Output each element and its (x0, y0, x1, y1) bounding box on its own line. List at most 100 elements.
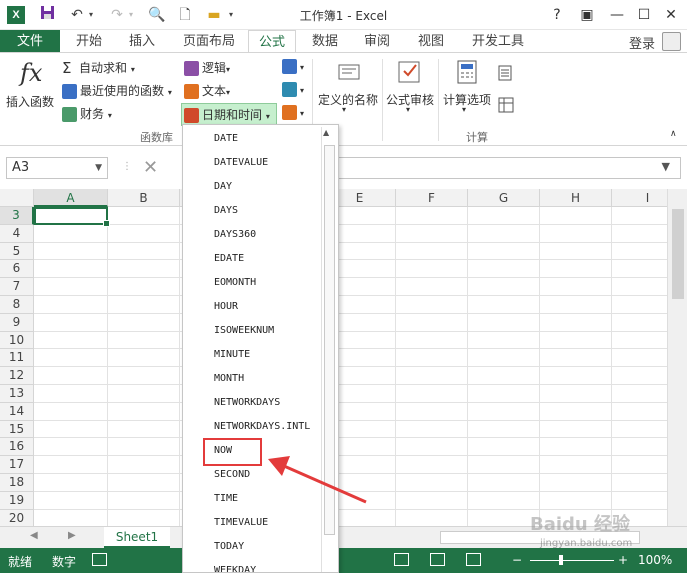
row-header-7[interactable]: 7 (0, 278, 34, 296)
prev-sheet-icon[interactable]: ◀ (30, 530, 38, 541)
help-button[interactable]: ? (546, 4, 568, 26)
calculation-options-button[interactable]: 计算选项 (443, 91, 491, 108)
row-header-20[interactable]: 20 (0, 509, 34, 526)
menu-item-second[interactable]: SECOND (214, 469, 250, 480)
row-header-19[interactable]: 19 (0, 491, 34, 510)
select-all-corner[interactable] (0, 189, 34, 207)
sheet-tab-sheet1[interactable]: Sheet1 (104, 527, 170, 548)
menu-item-day[interactable]: DAY (214, 181, 232, 192)
tab-page-layout[interactable]: 页面布局 (177, 30, 241, 53)
chevron-down-icon: ▾ (300, 63, 305, 72)
menu-item-timevalue[interactable]: TIMEVALUE (214, 517, 268, 528)
login-link[interactable]: 登录 (629, 33, 655, 52)
tab-insert[interactable]: 插入 (121, 30, 163, 53)
row-header-4[interactable]: 4 (0, 224, 34, 243)
tab-home[interactable]: 开始 (68, 30, 110, 53)
logical-button[interactable]: 逻辑▾ (184, 59, 230, 76)
tab-view[interactable]: 视图 (410, 30, 452, 53)
tab-formulas[interactable]: 公式 (248, 30, 296, 53)
active-cell[interactable] (34, 207, 110, 227)
calculate-sheet-icon[interactable] (498, 97, 514, 116)
scroll-thumb[interactable] (672, 209, 684, 299)
column-header-h[interactable]: H (540, 189, 612, 207)
close-button[interactable]: ✕ (660, 4, 682, 26)
row-header-3[interactable]: 3 (0, 207, 34, 225)
column-header-i[interactable]: I (612, 189, 667, 207)
expand-formula-bar-icon[interactable]: ▼ (662, 160, 670, 173)
zoom-thumb[interactable] (559, 555, 563, 565)
date-time-button[interactable]: 日期和时间 ▾ (184, 106, 270, 123)
minimize-button[interactable]: — (606, 4, 628, 26)
tab-review[interactable]: 审阅 (356, 30, 398, 53)
column-header-f[interactable]: F (396, 189, 468, 207)
row-header-12[interactable]: 12 (0, 367, 34, 385)
insert-function-icon[interactable]: fx (20, 59, 42, 87)
vertical-scrollbar[interactable] (667, 189, 687, 526)
status-ready: 就绪 (8, 555, 33, 569)
page-break-view-icon[interactable] (466, 553, 481, 566)
column-header-a[interactable]: A (34, 189, 108, 207)
recent-functions-button[interactable]: 最近使用的函数 ▾ (62, 82, 172, 99)
text-button[interactable]: 文本▾ (184, 82, 230, 99)
lookup-icon (282, 59, 297, 74)
tab-file[interactable]: 文件 (0, 30, 60, 53)
menu-item-days[interactable]: DAYS (214, 205, 238, 216)
menu-item-hour[interactable]: HOUR (214, 301, 238, 312)
defined-names-button[interactable]: 定义的名称 (318, 91, 378, 108)
lookup-button[interactable]: ▾ (282, 59, 304, 74)
column-header-g[interactable]: G (468, 189, 540, 207)
menu-item-date[interactable]: DATE (214, 133, 238, 144)
row-header-11[interactable]: 11 (0, 349, 34, 368)
column-header-b[interactable]: B (108, 189, 180, 207)
row-header-13[interactable]: 13 (0, 385, 34, 403)
menu-item-month[interactable]: MONTH (214, 373, 244, 384)
collapse-ribbon-icon[interactable]: ∧ (670, 129, 677, 139)
tab-developer[interactable]: 开发工具 (466, 30, 530, 53)
row-header-18[interactable]: 18 (0, 474, 34, 492)
menu-item-weekday[interactable]: WEEKDAY (214, 565, 256, 572)
row-header-9[interactable]: 9 (0, 313, 34, 332)
menu-item-time[interactable]: TIME (214, 493, 238, 504)
tab-data[interactable]: 数据 (304, 30, 346, 53)
insert-function-button[interactable]: 插入函数 (6, 93, 54, 110)
zoom-out-icon[interactable]: − (512, 553, 522, 567)
more-functions-button[interactable]: ▾ (282, 105, 304, 120)
row-header-6[interactable]: 6 (0, 260, 34, 279)
row-header-14[interactable]: 14 (0, 402, 34, 421)
menu-item-edate[interactable]: EDATE (214, 253, 244, 264)
row-header-8[interactable]: 8 (0, 296, 34, 314)
menu-item-days360[interactable]: DAYS360 (214, 229, 256, 240)
scroll-up-icon[interactable]: ▲ (323, 128, 329, 137)
maximize-button[interactable]: ☐ (633, 4, 655, 26)
formula-input[interactable]: ▼ (338, 157, 681, 179)
menu-item-networkdays-intl[interactable]: NETWORKDAYS.INTL (214, 421, 310, 432)
math-trig-button[interactable]: ▾ (282, 82, 304, 97)
name-box[interactable]: A3 ▼ (6, 157, 108, 179)
normal-view-icon[interactable] (394, 553, 409, 566)
text-icon (184, 84, 199, 99)
zoom-slider[interactable] (530, 560, 614, 561)
menu-item-today[interactable]: TODAY (214, 541, 244, 552)
row-header-5[interactable]: 5 (0, 242, 34, 261)
row-header-15[interactable]: 15 (0, 420, 34, 439)
zoom-level[interactable]: 100% (638, 553, 672, 567)
menu-item-datevalue[interactable]: DATEVALUE (214, 157, 268, 168)
ribbon-display-options-icon[interactable]: ▣ (576, 4, 598, 26)
calculate-now-icon[interactable] (498, 65, 512, 84)
row-header-10[interactable]: 10 (0, 331, 34, 350)
next-sheet-icon[interactable]: ▶ (68, 530, 76, 541)
page-layout-view-icon[interactable] (430, 553, 445, 566)
row-header-16[interactable]: 16 (0, 438, 34, 457)
cancel-icon[interactable]: ✕ (143, 158, 158, 178)
avatar[interactable] (662, 32, 681, 51)
menu-item-isoweeknum[interactable]: ISOWEEKNUM (214, 325, 274, 336)
menu-item-networkdays[interactable]: NETWORKDAYS (214, 397, 280, 408)
zoom-in-icon[interactable]: + (618, 553, 628, 567)
financial-button[interactable]: 财务 ▾ (62, 105, 112, 122)
drag-handle-icon[interactable]: ⋮ (122, 161, 132, 172)
menu-item-eomonth[interactable]: EOMONTH (214, 277, 256, 288)
autosum-button[interactable]: Σ 自动求和 ▾ (62, 59, 135, 76)
macro-record-icon[interactable] (92, 553, 107, 566)
row-header-17[interactable]: 17 (0, 456, 34, 474)
menu-item-minute[interactable]: MINUTE (214, 349, 250, 360)
